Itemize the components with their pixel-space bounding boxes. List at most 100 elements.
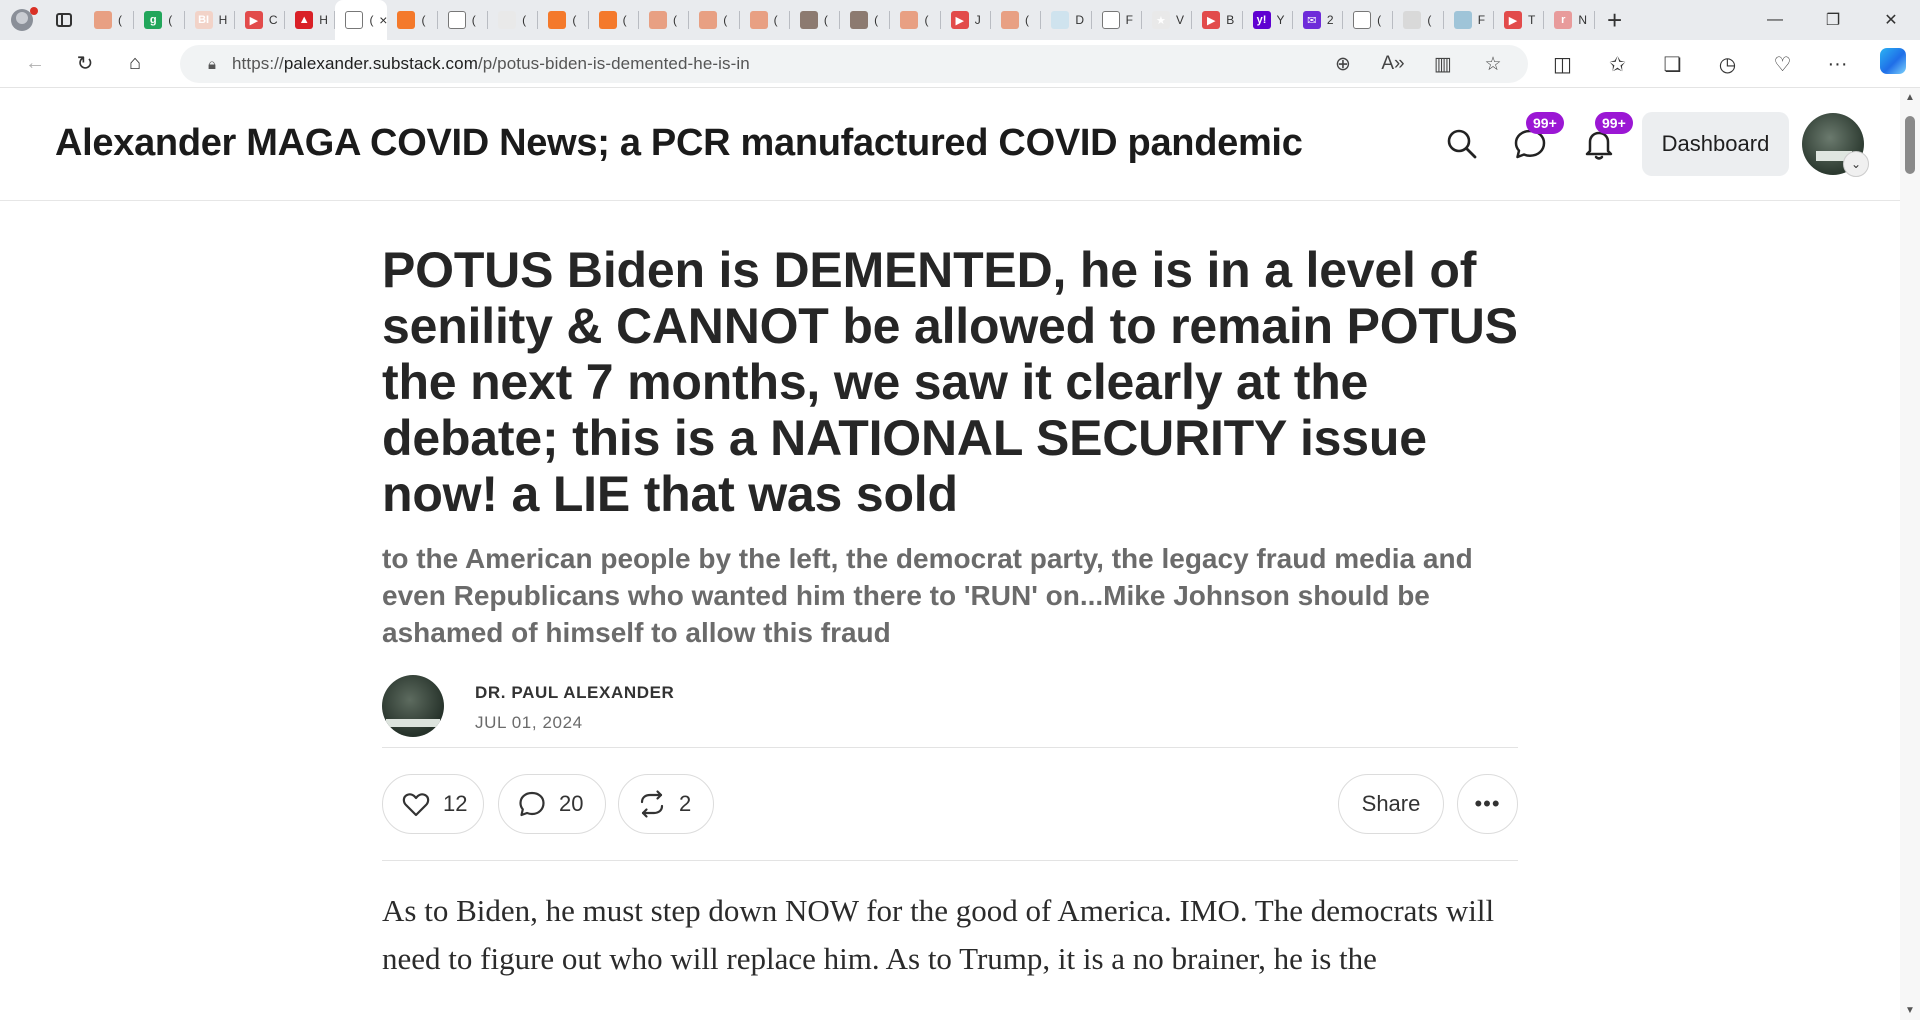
back-button[interactable]: ← <box>10 44 60 84</box>
browser-tab[interactable]: g( <box>134 0 185 40</box>
browser-tab[interactable]: ▶ B <box>1192 0 1243 40</box>
immersive-reader-icon[interactable]: ▥ <box>1418 53 1468 76</box>
chevron-down-icon[interactable]: ⌄ <box>1843 151 1869 177</box>
browser-tab[interactable]: ▶ C <box>235 0 286 40</box>
close-window-button[interactable]: ✕ <box>1862 0 1920 40</box>
tab-favicon-icon <box>699 11 718 29</box>
browser-tab[interactable]: F <box>1444 0 1495 40</box>
browser-tab[interactable]: ( <box>639 0 690 40</box>
tab-favicon-icon <box>900 11 919 29</box>
tab-title: ( <box>1025 13 1030 27</box>
site-title[interactable]: Alexander MAGA COVID News; a PCR manufac… <box>55 122 1303 165</box>
scrollbar-thumb[interactable] <box>1905 116 1915 174</box>
copilot-icon[interactable] <box>1865 48 1920 80</box>
tab-title: D <box>1075 13 1085 27</box>
search-icon[interactable] <box>1444 126 1480 162</box>
favorites-icon[interactable]: ✩ <box>1590 52 1645 77</box>
browser-tab[interactable]: ( <box>1343 0 1394 40</box>
browser-tab[interactable]: ( <box>488 0 539 40</box>
comment-button[interactable]: 20 <box>498 774 606 834</box>
tab-title: T <box>1528 13 1536 27</box>
minimize-button[interactable]: — <box>1746 0 1804 40</box>
home-button[interactable]: ⌂ <box>110 44 160 84</box>
page-scrollbar[interactable]: ▲ ▼ <box>1900 88 1920 1020</box>
restack-count: 2 <box>679 791 692 816</box>
tab-actions-button[interactable] <box>44 0 84 40</box>
close-tab-icon[interactable]: × <box>379 12 387 28</box>
more-options-button[interactable]: ••• <box>1457 774 1518 834</box>
tab-favicon-icon: ▶ <box>1202 11 1221 29</box>
browser-tab[interactable]: ( <box>1393 0 1445 40</box>
window-controls: — ❐ ✕ <box>1746 0 1920 40</box>
like-button[interactable]: 12 <box>382 774 484 834</box>
browser-tab[interactable]: ( <box>840 0 891 40</box>
browser-tab[interactable]: ( <box>890 0 942 40</box>
tab-title: ( <box>1377 13 1382 27</box>
browser-toolbar: ← ↻ ⌂ 🔒︎ https://palexander.substack.com… <box>0 40 1920 88</box>
tab-title: ( <box>572 13 577 27</box>
restack-icon <box>640 790 664 818</box>
tab-title: ( <box>723 13 728 27</box>
author-avatar-nameplate <box>386 719 440 727</box>
tab-actions-icon <box>56 13 72 27</box>
share-button[interactable]: Share <box>1338 774 1444 834</box>
restore-button[interactable]: ❐ <box>1804 0 1862 40</box>
dashboard-button[interactable]: Dashboard <box>1642 112 1789 176</box>
tab-favicon-icon: ✉ <box>1302 11 1321 29</box>
lock-icon[interactable]: 🔒︎ <box>192 56 232 73</box>
browser-tab[interactable]: ( <box>790 0 841 40</box>
divider-bottom <box>382 860 1518 861</box>
tab-favicon-icon <box>397 11 416 29</box>
tab-favicon-icon: g <box>144 11 163 29</box>
settings-more-icon[interactable]: ··· <box>1810 53 1865 76</box>
browser-tab[interactable]: ( <box>538 0 589 40</box>
browser-tab[interactable]: ▲ H <box>285 0 336 40</box>
profile-button[interactable] <box>0 0 44 40</box>
address-bar[interactable]: 🔒︎ https://palexander.substack.com/p/pot… <box>180 45 1528 83</box>
site-header: Alexander MAGA COVID News; a PCR manufac… <box>0 88 1900 201</box>
tab-favicon-icon <box>498 11 517 29</box>
browser-tab[interactable]: y! Y <box>1243 0 1294 40</box>
browser-tab[interactable]: ( <box>740 0 791 40</box>
restack-button[interactable]: 2 <box>618 774 714 834</box>
zoom-icon[interactable]: ⊕ <box>1318 53 1368 76</box>
browser-tab[interactable]: D <box>1041 0 1092 40</box>
tab-favicon-icon <box>648 11 667 29</box>
browser-tab[interactable]: rN <box>1544 0 1595 40</box>
tab-favicon-icon <box>598 11 617 29</box>
read-aloud-icon[interactable]: A» <box>1368 53 1418 75</box>
messages-button[interactable]: 99+ <box>1512 112 1564 162</box>
split-screen-icon[interactable]: ◫ <box>1535 52 1590 77</box>
notifications-button[interactable]: 99+ <box>1581 112 1633 162</box>
refresh-button[interactable]: ↻ <box>60 44 110 84</box>
scroll-up-arrow-icon[interactable]: ▲ <box>1905 92 1915 103</box>
browser-tab[interactable]: ▶ J <box>941 0 992 40</box>
browser-tab[interactable]: ( <box>991 0 1042 40</box>
browser-tab[interactable]: ( <box>84 0 135 40</box>
scroll-down-arrow-icon[interactable]: ▼ <box>1905 1005 1915 1016</box>
tab-favicon-icon <box>548 11 567 29</box>
history-icon[interactable]: ◷ <box>1700 52 1755 77</box>
tab-title: ( <box>471 13 476 27</box>
tab-title: H <box>319 13 328 27</box>
author-name[interactable]: DR. PAUL ALEXANDER <box>475 683 674 703</box>
tab-title: ( <box>1427 13 1432 27</box>
browser-tab[interactable]: ( <box>438 0 489 40</box>
url-text[interactable]: https://palexander.substack.com/p/potus-… <box>232 54 750 74</box>
browser-tab[interactable]: ( <box>387 0 439 40</box>
browser-tab[interactable]: (× <box>335 0 388 40</box>
browser-tab[interactable]: ( <box>589 0 640 40</box>
new-tab-button[interactable]: + <box>1595 0 1635 40</box>
browser-tab[interactable]: F <box>1092 0 1143 40</box>
browser-tab[interactable]: BI H <box>185 0 236 40</box>
favorite-star-icon[interactable]: ☆ <box>1468 53 1518 76</box>
browser-essentials-icon[interactable]: ♡ <box>1755 52 1810 77</box>
author-avatar[interactable] <box>382 675 444 737</box>
browser-tab[interactable]: ( <box>689 0 740 40</box>
collections-icon[interactable]: ❏ <box>1645 52 1700 77</box>
browser-tab[interactable]: ★ V <box>1142 0 1193 40</box>
tab-favicon-icon <box>1403 11 1422 29</box>
browser-tab[interactable]: ✉ 2 <box>1293 0 1344 40</box>
web-page: Alexander MAGA COVID News; a PCR manufac… <box>0 88 1900 1020</box>
browser-tab[interactable]: ▶ T <box>1494 0 1545 40</box>
